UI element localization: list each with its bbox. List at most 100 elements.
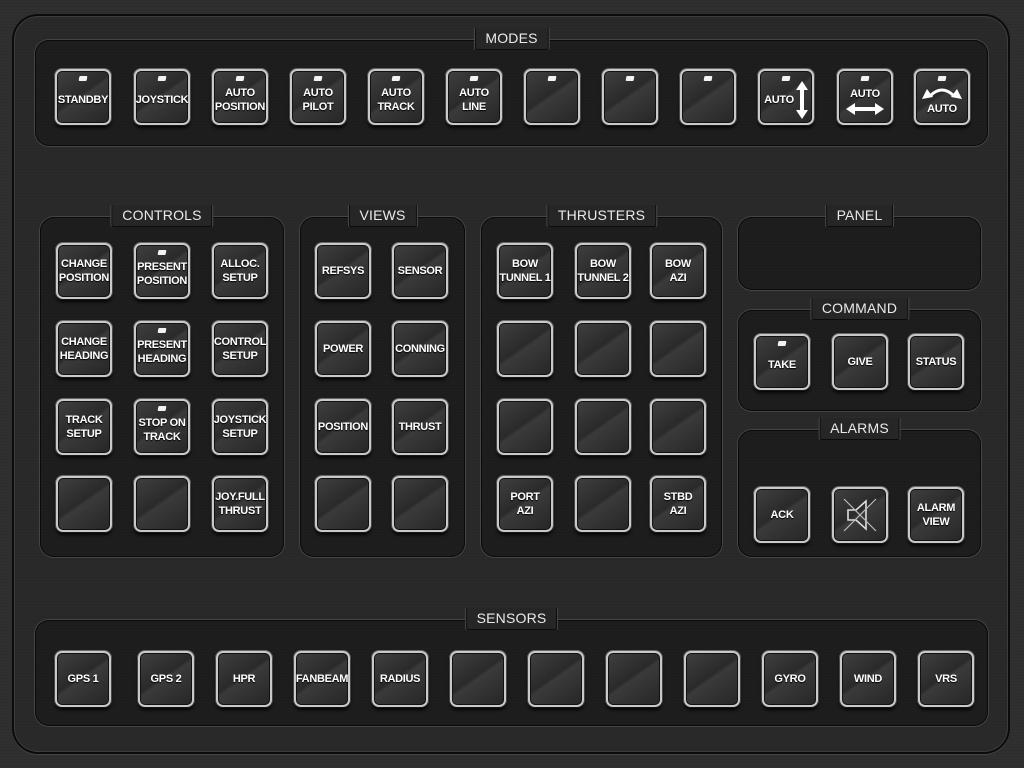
thrusters-button-blank-5[interactable] [575, 321, 631, 377]
sensors-button-fanbeam[interactable]: FANBEAM [294, 651, 350, 707]
sensors-title: SENSORS [465, 608, 558, 630]
button-label: TAKE [768, 359, 796, 371]
modes-button-auto-pilot[interactable]: AUTO PILOT [290, 69, 346, 125]
command-button-status[interactable]: STATUS [908, 334, 964, 390]
thrusters-button-blank-7[interactable] [497, 399, 553, 455]
status-led-indicator [781, 76, 791, 81]
button-label: STATUS [915, 356, 957, 368]
command-button-give[interactable]: GIVE [832, 334, 888, 390]
status-led-indicator [157, 328, 167, 333]
modes-button-blank-8[interactable] [602, 69, 658, 125]
controls-button-track-setup[interactable]: TRACK SETUP [56, 399, 112, 455]
views-button-sensor[interactable]: SENSOR [392, 243, 448, 299]
thrusters-button-blank-8[interactable] [575, 399, 631, 455]
sensors-button-gps-1[interactable]: GPS 1 [55, 651, 111, 707]
sensors-button-blank-9[interactable] [684, 651, 740, 707]
modes-button-auto-position[interactable]: AUTO POSITION [212, 69, 268, 125]
controls-title: CONTROLS [111, 205, 213, 227]
modes-button-joystick[interactable]: JOYSTICK [134, 69, 190, 125]
controls-button-joy-full-thrust[interactable]: JOY.FULL THRUST [212, 476, 268, 532]
button-label: ALARM VIEW [916, 502, 956, 528]
modes-button-auto-line[interactable]: AUTO LINE [446, 69, 502, 125]
views-button-refsys[interactable]: REFSYS [315, 243, 371, 299]
button-label: TRACK SETUP [65, 414, 103, 440]
modes-button-standby[interactable]: STANDBY [55, 69, 111, 125]
thrusters-title: THRUSTERS [546, 205, 657, 227]
status-led-indicator [937, 76, 947, 81]
modes-button-auto-track[interactable]: AUTO TRACK [368, 69, 424, 125]
status-led-indicator [703, 76, 713, 81]
button-label: GPS 1 [67, 673, 99, 685]
button-label: WIND [853, 673, 883, 685]
button-label: AUTO [927, 103, 957, 115]
controls-button-alloc-setup[interactable]: ALLOC. SETUP [212, 243, 268, 299]
sensors-button-radius[interactable]: RADIUS [372, 651, 428, 707]
thrusters-button-bow-tunnel-2[interactable]: BOW TUNNEL 2 [575, 243, 631, 299]
button-label: GYRO [774, 673, 806, 685]
thrusters-button-blank-4[interactable] [497, 321, 553, 377]
button-label: CONTROL SETUP [213, 336, 267, 362]
alarms-button-blank-2[interactable] [832, 487, 888, 543]
sensors-button-gyro[interactable]: GYRO [762, 651, 818, 707]
command-title: COMMAND [810, 298, 909, 320]
thrusters-button-port-azi[interactable]: PORT AZI [497, 476, 553, 532]
controls-button-present-heading[interactable]: PRESENT HEADING [134, 321, 190, 377]
thrusters-button-bow-azi[interactable]: BOW AZI [650, 243, 706, 299]
sensors-button-gps-2[interactable]: GPS 2 [138, 651, 194, 707]
thrusters-button-stbd-azi[interactable]: STBD AZI [650, 476, 706, 532]
thrusters-button-blank-11[interactable] [575, 476, 631, 532]
button-label: PORT AZI [510, 491, 540, 517]
views-button-thrust[interactable]: THRUST [392, 399, 448, 455]
views-button-conning[interactable]: CONNING [392, 321, 448, 377]
sensors-button-blank-6[interactable] [450, 651, 506, 707]
status-led-indicator [469, 76, 479, 81]
status-led-indicator [547, 76, 557, 81]
button-label: POWER [322, 343, 364, 355]
speaker-muted-icon [840, 495, 880, 535]
thrusters-button-bow-tunnel-1[interactable]: BOW TUNNEL 1 [497, 243, 553, 299]
button-label: REFSYS [321, 265, 365, 277]
controls-button-present-position[interactable]: PRESENT POSITION [134, 243, 190, 299]
sensors-button-blank-7[interactable] [528, 651, 584, 707]
modes-button-auto[interactable]: AUTO [837, 69, 893, 125]
button-label: HPR [232, 673, 256, 685]
modes-button-blank-9[interactable] [680, 69, 736, 125]
views-title: VIEWS [348, 205, 417, 227]
controls-button-change-position[interactable]: CHANGE POSITION [56, 243, 112, 299]
controls-button-blank-11[interactable] [134, 476, 190, 532]
alarms-button-ack[interactable]: ACK [754, 487, 810, 543]
controls-button-blank-10[interactable] [56, 476, 112, 532]
status-led-indicator [860, 76, 870, 81]
views-button-position[interactable]: POSITION [315, 399, 371, 455]
modes-button-auto[interactable]: AUTO [914, 69, 970, 125]
sensors-button-blank-8[interactable] [606, 651, 662, 707]
controls-button-stop-on-track[interactable]: STOP ON TRACK [134, 399, 190, 455]
modes-button-auto[interactable]: AUTO [758, 69, 814, 125]
button-label: BOW TUNNEL 2 [577, 258, 629, 284]
controls-button-control-setup[interactable]: CONTROL SETUP [212, 321, 268, 377]
button-label: CHANGE POSITION [58, 258, 110, 284]
rotate-arrow-icon [922, 84, 962, 100]
controls-button-change-heading[interactable]: CHANGE HEADING [56, 321, 112, 377]
command-button-take[interactable]: TAKE [754, 334, 810, 390]
horizontal-arrow-icon [846, 103, 884, 115]
sensors-button-vrs[interactable]: VRS [918, 651, 974, 707]
button-label: AUTO [764, 94, 794, 106]
sensors-button-hpr[interactable]: HPR [216, 651, 272, 707]
button-label: JOYSTICK [135, 94, 189, 106]
button-label: CHANGE HEADING [59, 336, 109, 362]
panel-title: PANEL [825, 205, 894, 227]
thrusters-button-blank-6[interactable] [650, 321, 706, 377]
modes-button-blank-7[interactable] [524, 69, 580, 125]
button-label: BOW TUNNEL 1 [499, 258, 551, 284]
alarms-button-alarm-view[interactable]: ALARM VIEW [908, 487, 964, 543]
views-button-blank-7[interactable] [315, 476, 371, 532]
controls-button-joystick-setup[interactable]: JOYSTICK SETUP [212, 399, 268, 455]
status-led-indicator [313, 76, 323, 81]
thrusters-button-blank-9[interactable] [650, 399, 706, 455]
views-button-power[interactable]: POWER [315, 321, 371, 377]
views-button-blank-8[interactable] [392, 476, 448, 532]
status-led-indicator [157, 76, 167, 81]
button-label: AUTO TRACK [377, 87, 415, 113]
sensors-button-wind[interactable]: WIND [840, 651, 896, 707]
